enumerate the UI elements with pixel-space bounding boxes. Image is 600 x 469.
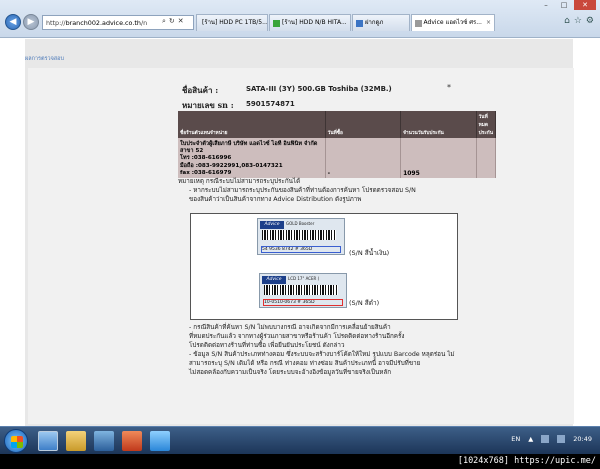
page-icon-blue: [356, 19, 363, 27]
serial-highlight: [263, 299, 343, 306]
back-arrow-icon: ◀: [9, 17, 17, 27]
tray-expand-icon[interactable]: ▲: [528, 435, 533, 443]
tab-fakdu[interactable]: ฝากดูภ: [352, 14, 410, 31]
dealer-address-cell: ใบประจำตัวผู้เสียภาษี บริษัท แอดไวซ์ ไอท…: [178, 138, 326, 179]
settings-gear-icon[interactable]: ⚙: [586, 16, 594, 26]
clock[interactable]: 20:49: [573, 435, 592, 443]
office-icon[interactable]: [122, 431, 142, 451]
note-heading: หมายเหตุ กรณีระบบไม่สามารถระบุประกันได้: [178, 178, 301, 185]
advice-logo-icon: Advice: [262, 276, 286, 284]
back-button[interactable]: ◀: [5, 14, 21, 30]
windows-logo-icon: [11, 436, 23, 448]
home-icon[interactable]: ⌂: [564, 16, 570, 26]
taskbar: EN ▲ 20:49: [0, 426, 600, 454]
header-expiry-date: วันที่หมดประกัน: [476, 111, 497, 138]
caption-blue-sn: (S/N สีน้ำเงิน): [349, 249, 390, 257]
warranty-table: ชื่อร้านตัวแทนจำหน่าย วันที่ซื้อ จำนวนวั…: [178, 111, 497, 179]
sample-labels-box: Advice GOLD Booster 54 9536 8742 # 365D …: [190, 213, 458, 320]
minimize-button[interactable]: –: [538, 0, 554, 10]
header-purchase-date: วันที่ซื้อ: [325, 111, 402, 138]
table-header-row: ชื่อร้านตัวแทนจำหน่าย วันที่ซื้อ จำนวนวั…: [178, 111, 497, 138]
search-icon[interactable]: ⌕: [162, 17, 166, 26]
breadcrumb[interactable]: ผลการตรวจสอบ: [25, 55, 64, 63]
note-line: - ข้อมูล S/N สินค้าประเภทท่างคอม ซึ่งระบ…: [189, 351, 455, 358]
volume-icon[interactable]: [557, 435, 566, 443]
chrome-app-icon[interactable]: [150, 431, 170, 451]
tab-hdd-pc[interactable]: [ร้าน] HDD PC 1TB/5...: [196, 14, 268, 31]
sample-top-text: GOLD Booster: [286, 221, 315, 226]
purchase-date-cell: -: [325, 138, 402, 179]
forward-button[interactable]: ▶: [23, 14, 39, 30]
system-tray: EN ▲ 20:49: [511, 435, 592, 443]
folder-icon[interactable]: [66, 431, 86, 451]
internet-explorer-icon[interactable]: [38, 431, 58, 451]
tab-advice-active[interactable]: Advice แอดไวซ์ ศร... ×: [411, 14, 495, 31]
note-line: โปรดติดต่อทางร้านที่ท่านซื้อ เพื่อยืนยัน…: [189, 342, 345, 349]
tab-label: [ร้าน] HDD PC 1TB/5...: [202, 19, 268, 26]
dealer-phone: โทร :038-616996: [180, 155, 232, 162]
refresh-icon[interactable]: ↻: [169, 17, 175, 26]
language-indicator[interactable]: EN: [511, 435, 520, 443]
note-line: - กรณีสินค้าที่ค้นหา S/N ไม่พบบางกรณี อา…: [189, 324, 391, 331]
asterisk-mark: *: [447, 83, 451, 92]
tab-label: [ร้าน] HDD N/B HITA...: [282, 19, 347, 26]
browser-chrome: – □ ✕ ◀ ▶ http://branch002.advice.co.th/…: [0, 0, 600, 38]
note-line: ไม่สอดคล้องกับความเป็นจริง โดยระบบจะอ้าง…: [189, 369, 392, 376]
serial-number-value: 5901574871: [246, 100, 295, 108]
sample-top-text: LCD 17" ACER (: [288, 276, 320, 281]
stop-icon[interactable]: ✕: [178, 17, 184, 26]
media-player-icon[interactable]: [94, 431, 114, 451]
dealer-mobile: มือถือ :083-9922991,083-0147321: [180, 162, 283, 169]
dealer-name: ใบประจำตัวผู้เสียภาษี บริษัท แอดไวซ์ ไอท…: [180, 141, 318, 155]
barcode-icon: [262, 230, 336, 240]
browser-toolbar: ⌂ ☆ ⚙: [564, 16, 594, 26]
window-controls: – □ ✕: [538, 0, 596, 10]
caption-black-sn: (S/N สีดำ): [349, 299, 380, 307]
page-icon-green: [273, 19, 280, 27]
expiry-date-cell: [476, 138, 497, 179]
serial-highlight: [261, 246, 341, 253]
note-line: ที่หมดประกันแล้ว จากทางผู้ร่วมภายสาขาหรื…: [189, 333, 405, 340]
header-dealer: ชื่อร้านตัวแทนจำหน่าย: [178, 111, 326, 138]
favorites-star-icon[interactable]: ☆: [574, 16, 582, 26]
tab-strip: [ร้าน] HDD PC 1TB/5... [ร้าน] HDD N/B HI…: [196, 14, 495, 31]
page-icon-gray: [415, 19, 422, 27]
product-name-label: ชื่อสินค้า :: [182, 85, 219, 95]
sample-label-blue: Advice GOLD Booster 54 9536 8742 # 365D: [257, 218, 345, 255]
tab-hdd-nb[interactable]: [ร้าน] HDD N/B HITA...: [269, 14, 351, 31]
address-tools: ⌕ ↻ ✕: [162, 17, 184, 26]
note-line: ของสินค้าว่าเป็นสินค้าจากทาง Advice Dist…: [189, 196, 362, 203]
tab-label: ฝากดูภ: [365, 19, 384, 26]
forward-arrow-icon: ▶: [27, 17, 35, 27]
address-url: http://branch002.advice.co.th/n: [46, 18, 148, 27]
note-line: สามารถระบุ S/N เดิมได้ หรือ กรณี ท่างคอม…: [189, 360, 421, 367]
sample-label-black: Advice LCD 17" ACER ( 10-0510-0673 # 365…: [259, 273, 347, 308]
tab-label: Advice แอดไวซ์ ศร...: [423, 19, 482, 26]
warranty-days-cell: 1095: [400, 138, 477, 179]
upload-watermark: [1024x768] https://upic.me/: [457, 456, 596, 466]
maximize-button[interactable]: □: [556, 0, 572, 10]
product-name-value: SATA-III (3Y) 500.GB Toshiba (32MB.): [246, 85, 392, 93]
tab-close-icon[interactable]: ×: [486, 15, 491, 31]
dealer-fax: fax :038-616979: [180, 169, 232, 176]
start-button[interactable]: [4, 429, 28, 453]
table-row: ใบประจำตัวผู้เสียภาษี บริษัท แอดไวซ์ ไอท…: [178, 138, 497, 179]
close-window-button[interactable]: ✕: [574, 0, 596, 10]
note-line: - หากระบบไม่สามารถระบุประกันของสินค้าที่…: [189, 187, 416, 194]
header-warranty-days: จำนวนวันรับประกัน: [400, 111, 477, 138]
image-footer: [1024x768] https://upic.me/: [0, 454, 600, 469]
advice-logo-icon: Advice: [260, 221, 284, 229]
network-icon[interactable]: [541, 435, 550, 443]
barcode-icon: [264, 285, 338, 295]
